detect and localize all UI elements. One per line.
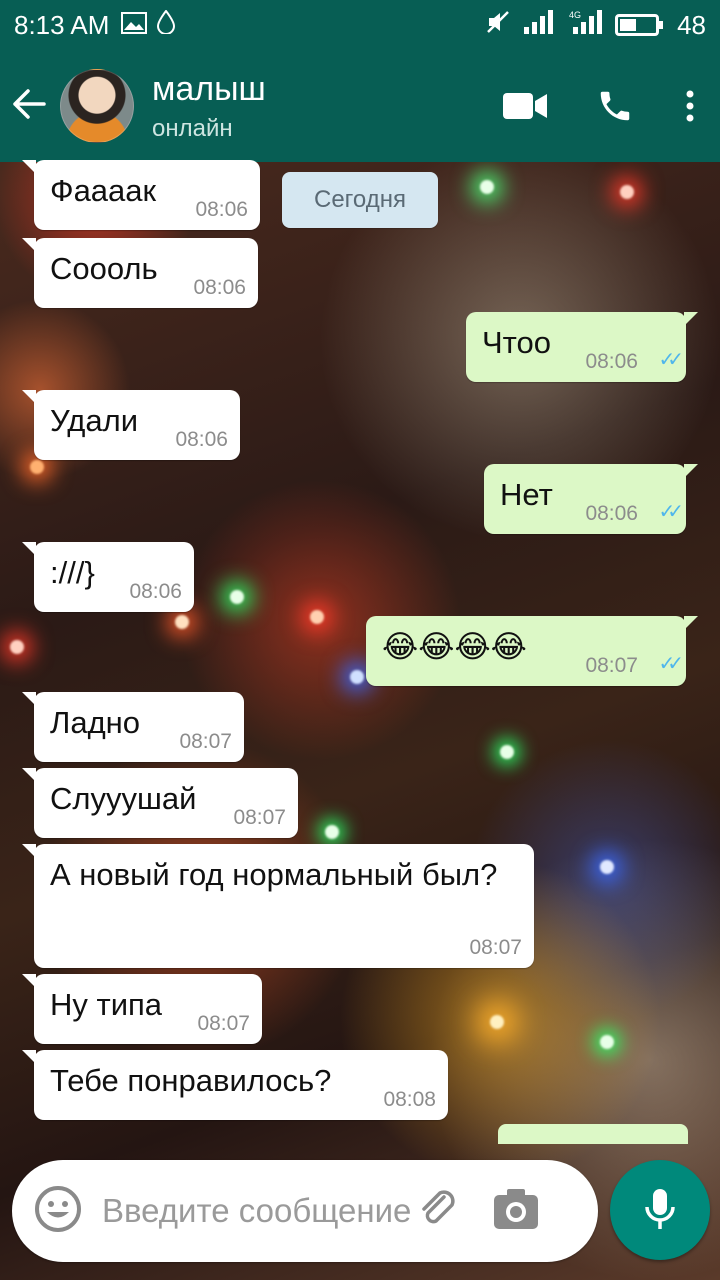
message-time: 08:07	[179, 730, 232, 753]
voice-call-button[interactable]	[570, 87, 660, 125]
message-bubble-incoming[interactable]: Фаааак 08:06	[22, 160, 260, 230]
message-bubble-incoming[interactable]: Ну типа 08:07	[22, 974, 262, 1044]
message-time: 08:07	[469, 936, 522, 959]
message-time: 08:08	[383, 1088, 436, 1111]
message-bubble-incoming[interactable]: А новый год нормальный был? 08:07	[22, 844, 534, 968]
contact-info[interactable]: малыш онлайн	[152, 70, 266, 143]
image-icon	[121, 10, 148, 41]
message-bubble-incoming[interactable]: Ладно 08:07	[22, 692, 244, 762]
signal-icon	[523, 9, 557, 42]
paperclip-icon	[422, 1189, 455, 1223]
contact-status: онлайн	[152, 114, 233, 142]
read-ticks-icon: ✓✓	[658, 349, 683, 371]
camera-button[interactable]	[492, 1187, 540, 1236]
attach-button[interactable]	[414, 1185, 462, 1238]
microphone-icon	[645, 1189, 675, 1229]
arrow-left-icon	[13, 88, 46, 119]
message-bubble-incoming[interactable]: Удали 08:06	[22, 390, 240, 460]
message-bubble-incoming[interactable]: Слууушай 08:07	[22, 768, 298, 838]
message-text: Соооль	[50, 251, 158, 286]
message-bubble-incoming[interactable]: Тебе понравилось? 08:08	[22, 1050, 448, 1120]
emoji-button[interactable]	[34, 1185, 82, 1238]
mute-icon	[485, 9, 511, 42]
emoji-icon	[35, 1185, 81, 1232]
message-text: Чтоо	[482, 325, 551, 360]
voice-record-button[interactable]	[610, 1160, 710, 1260]
more-options-button[interactable]	[660, 90, 720, 122]
message-time: 08:06	[193, 276, 246, 299]
message-input[interactable]	[102, 1192, 432, 1230]
message-time: 08:06	[195, 198, 248, 221]
phone-icon	[600, 91, 630, 121]
message-text: 😂😂😂😂	[382, 629, 527, 664]
message-text: Тебе понравилось?	[50, 1063, 332, 1098]
contact-name: малыш	[152, 69, 266, 108]
read-ticks-icon: ✓✓	[658, 501, 683, 523]
message-time: 08:07	[197, 1012, 250, 1035]
battery-level: 48	[677, 9, 706, 40]
message-time: 08:06	[129, 580, 182, 603]
svg-text:4G: 4G	[569, 10, 581, 20]
message-time: 08:06	[585, 350, 638, 373]
message-time: 08:06	[585, 502, 638, 525]
message-bubble-outgoing-partial	[498, 1124, 688, 1144]
message-bubble-outgoing[interactable]: 😂😂😂😂 08:07 ✓✓	[366, 616, 698, 686]
signal-4g-icon: 4G	[569, 9, 603, 42]
message-time: 08:07	[585, 654, 638, 677]
avatar[interactable]	[60, 69, 134, 143]
message-text: :///}	[50, 555, 95, 590]
read-ticks-icon: ✓✓	[658, 653, 683, 675]
message-composer	[12, 1160, 598, 1262]
back-button[interactable]	[0, 84, 60, 129]
chat-header: малыш онлайн	[0, 50, 720, 162]
more-vert-icon	[686, 90, 694, 122]
message-text: Ну типа	[50, 987, 163, 1022]
status-time: 8:13 AM	[14, 9, 110, 40]
message-bubble-outgoing[interactable]: Чтоо 08:06 ✓✓	[466, 312, 698, 382]
message-text: А новый год нормальный был?	[50, 857, 498, 892]
message-bubble-incoming[interactable]: Соооль 08:06	[22, 238, 258, 308]
message-bubble-incoming[interactable]: :///} 08:06	[22, 542, 194, 612]
video-call-icon	[503, 93, 547, 119]
message-text: Фаааак	[50, 173, 157, 208]
date-chip: Сегодня	[282, 172, 438, 228]
status-bar: 8:13 AM 4G 48	[0, 0, 720, 50]
message-text: Ладно	[50, 705, 141, 740]
camera-icon	[494, 1188, 538, 1229]
message-text: Нет	[500, 477, 553, 512]
message-time: 08:06	[175, 428, 228, 451]
video-call-button[interactable]	[480, 92, 570, 120]
drop-icon	[157, 8, 176, 41]
message-text: Удали	[50, 403, 139, 438]
message-time: 08:07	[233, 806, 286, 829]
message-bubble-outgoing[interactable]: Нет 08:06 ✓✓	[484, 464, 698, 534]
message-text: Слууушай	[50, 781, 197, 816]
battery-icon	[615, 14, 664, 36]
